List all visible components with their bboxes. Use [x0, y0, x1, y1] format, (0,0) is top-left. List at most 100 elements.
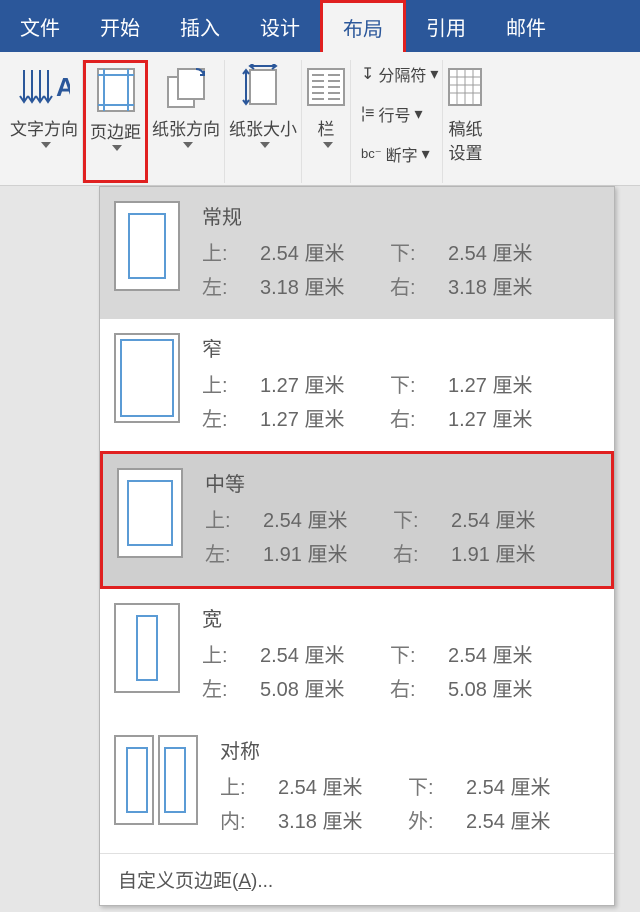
- line-numbers-label: 行号: [379, 102, 411, 126]
- bottom-value: 2.54 厘米: [448, 237, 578, 271]
- columns-label: 栏: [318, 118, 335, 142]
- margin-thumb-icon: [114, 735, 154, 825]
- right-value: 5.08 厘米: [448, 673, 578, 707]
- svg-text:A: A: [56, 72, 70, 102]
- left-value: 3.18 厘米: [260, 271, 390, 305]
- dropdown-arrow-icon: ▾: [430, 64, 438, 84]
- top-value: 2.54 厘米: [260, 639, 390, 673]
- hyphenation-button[interactable]: bc⁻ 断字 ▾: [357, 140, 434, 168]
- top-label: 上:: [205, 504, 263, 538]
- custom-margins-link[interactable]: 自定义页边距(A)...: [100, 853, 614, 905]
- bottom-value: 2.54 厘米: [448, 639, 578, 673]
- inside-value: 3.18 厘米: [278, 805, 408, 839]
- orientation-button[interactable]: 纸张方向: [148, 60, 225, 183]
- right-label: 右:: [390, 271, 448, 305]
- columns-button[interactable]: 栏: [302, 60, 351, 183]
- right-label: 右:: [390, 403, 448, 437]
- preset-title: 常规: [202, 201, 600, 235]
- margins-dropdown: 常规 上: 2.54 厘米 下: 2.54 厘米 左: 3.18 厘米 右: 3…: [99, 186, 615, 906]
- top-value: 2.54 厘米: [263, 504, 393, 538]
- preset-title: 窄: [202, 333, 600, 367]
- tab-insert[interactable]: 插入: [160, 0, 240, 52]
- preset-title: 对称: [220, 735, 600, 769]
- bottom-value: 1.27 厘米: [448, 369, 578, 403]
- orientation-label: 纸张方向: [152, 118, 220, 142]
- top-value: 1.27 厘米: [260, 369, 390, 403]
- top-value: 2.54 厘米: [260, 237, 390, 271]
- margin-preset-moderate[interactable]: 中等 上: 2.54 厘米 下: 2.54 厘米 左: 1.91 厘米 右: 1…: [100, 451, 614, 589]
- text-direction-label: 文字方向: [10, 118, 78, 142]
- ribbon-layout: A 文字方向 页边距 纸张方向 纸张大小: [0, 52, 640, 186]
- left-label: 左:: [202, 271, 260, 305]
- bottom-label: 下:: [390, 639, 448, 673]
- top-label: 上:: [220, 771, 278, 805]
- tab-references[interactable]: 引用: [406, 0, 486, 52]
- hyphenation-icon: bc⁻: [361, 146, 382, 162]
- dropdown-arrow-icon: [41, 142, 51, 148]
- left-value: 1.27 厘米: [260, 403, 390, 437]
- left-label: 左:: [205, 538, 263, 572]
- line-numbers-button[interactable]: ¦≡ 行号 ▾: [357, 100, 427, 128]
- text-direction-icon: A: [18, 60, 70, 114]
- right-label: 右:: [393, 538, 451, 572]
- tab-layout[interactable]: 布局: [320, 0, 406, 52]
- dropdown-arrow-icon: [183, 142, 193, 148]
- outside-value: 2.54 厘米: [466, 805, 596, 839]
- breaks-button[interactable]: ↧ 分隔符 ▾: [357, 60, 442, 88]
- right-value: 1.91 厘米: [451, 538, 581, 572]
- tab-file[interactable]: 文件: [0, 0, 80, 52]
- hyphenation-label: 断字: [386, 142, 418, 166]
- margin-preset-normal[interactable]: 常规 上: 2.54 厘米 下: 2.54 厘米 左: 3.18 厘米 右: 3…: [100, 187, 614, 319]
- dropdown-arrow-icon: [260, 142, 270, 148]
- left-label: 左:: [202, 673, 260, 707]
- size-label: 纸张大小: [229, 118, 297, 142]
- bottom-label: 下:: [390, 369, 448, 403]
- right-value: 1.27 厘米: [448, 403, 578, 437]
- margin-thumb-icon: [114, 603, 180, 693]
- margin-preset-wide[interactable]: 宽 上: 2.54 厘米 下: 2.54 厘米 左: 5.08 厘米 右: 5.…: [100, 589, 614, 721]
- right-label: 右:: [390, 673, 448, 707]
- size-button[interactable]: 纸张大小: [225, 60, 302, 183]
- left-value: 1.91 厘米: [263, 538, 393, 572]
- breaks-label: 分隔符: [378, 62, 426, 86]
- manuscript-icon: [447, 60, 483, 114]
- preset-title: 宽: [202, 603, 600, 637]
- manuscript-label: 稿纸 设置: [448, 118, 482, 166]
- dropdown-arrow-icon: [323, 142, 333, 148]
- bottom-label: 下:: [393, 504, 451, 538]
- tab-home[interactable]: 开始: [80, 0, 160, 52]
- margins-label: 页边距: [90, 121, 141, 145]
- manuscript-button[interactable]: 稿纸 设置: [443, 60, 487, 183]
- size-icon: [242, 60, 284, 114]
- margins-button[interactable]: 页边距: [83, 60, 148, 183]
- dropdown-arrow-icon: ▾: [415, 104, 423, 124]
- margin-thumb-icon: [114, 333, 180, 423]
- breaks-icon: ↧: [361, 64, 374, 84]
- bottom-value: 2.54 厘米: [451, 504, 581, 538]
- inside-label: 内:: [220, 805, 278, 839]
- right-value: 3.18 厘米: [448, 271, 578, 305]
- tab-design[interactable]: 设计: [240, 0, 320, 52]
- columns-icon: [306, 60, 346, 114]
- margin-thumb-icon: [117, 468, 183, 558]
- text-direction-button[interactable]: A 文字方向: [6, 60, 83, 183]
- margin-preset-narrow[interactable]: 窄 上: 1.27 厘米 下: 1.27 厘米 左: 1.27 厘米 右: 1.…: [100, 319, 614, 451]
- left-value: 5.08 厘米: [260, 673, 390, 707]
- top-label: 上:: [202, 639, 260, 673]
- margins-icon: [96, 63, 136, 117]
- custom-margins-label: 自定义页边距(A)...: [118, 871, 273, 892]
- orientation-icon: [164, 60, 208, 114]
- outside-label: 外:: [408, 805, 466, 839]
- top-value: 2.54 厘米: [278, 771, 408, 805]
- bottom-label: 下:: [390, 237, 448, 271]
- top-label: 上:: [202, 369, 260, 403]
- ribbon-tab-bar: 文件 开始 插入 设计 布局 引用 邮件: [0, 0, 640, 52]
- line-numbers-icon: ¦≡: [361, 105, 375, 123]
- tab-mail[interactable]: 邮件: [486, 0, 566, 52]
- page-setup-options: ↧ 分隔符 ▾ ¦≡ 行号 ▾ bc⁻ 断字 ▾: [351, 60, 443, 183]
- bottom-label: 下:: [408, 771, 466, 805]
- preset-title: 中等: [205, 468, 597, 502]
- bottom-value: 2.54 厘米: [466, 771, 596, 805]
- margin-preset-mirrored[interactable]: 对称 上: 2.54 厘米 下: 2.54 厘米 内: 3.18 厘米 外: 2…: [100, 721, 614, 853]
- top-label: 上:: [202, 237, 260, 271]
